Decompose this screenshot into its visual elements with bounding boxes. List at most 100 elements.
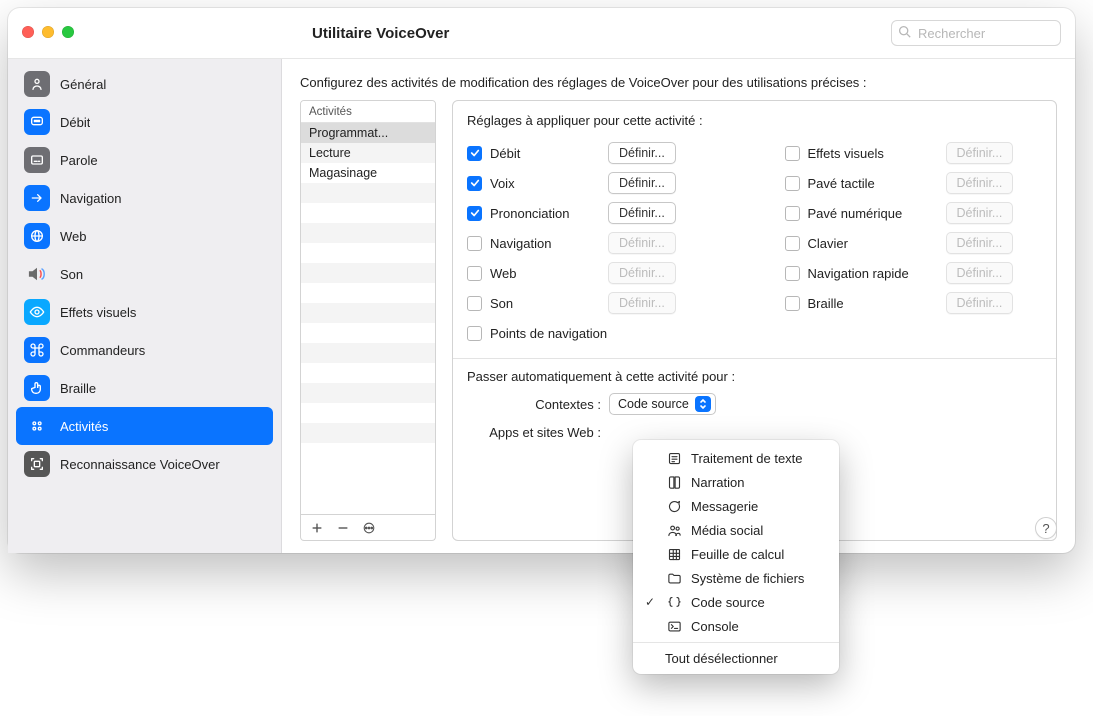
caption-icon	[24, 147, 50, 173]
define-button[interactable]: Définir...	[608, 172, 676, 194]
activity-row[interactable]: Programmat...	[301, 123, 435, 143]
dropdown-item-média-social[interactable]: Média social	[633, 518, 839, 542]
sidebar-item-général[interactable]: Général	[16, 65, 273, 103]
recognition-icon	[24, 451, 50, 477]
dropdown-item-label: Messagerie	[691, 499, 758, 514]
option-checkbox[interactable]	[785, 296, 800, 311]
option-label: Voix	[490, 176, 600, 191]
sidebar-item-braille[interactable]: Braille	[16, 369, 273, 407]
option-row-navigation: NavigationDéfinir...	[467, 228, 725, 258]
option-checkbox[interactable]	[467, 326, 482, 341]
dropdown-item-système-de-fichiers[interactable]: Système de fichiers	[633, 566, 839, 590]
define-button: Définir...	[946, 262, 1014, 284]
activity-row-empty	[301, 263, 435, 283]
option-checkbox[interactable]	[785, 266, 800, 281]
speaker-icon	[24, 261, 50, 287]
settings-left-column: DébitDéfinir...VoixDéfinir...Prononciati…	[467, 138, 725, 348]
option-row-pavé-tactile: Pavé tactileDéfinir...	[785, 168, 1043, 198]
contexts-row: Contextes : Code source	[467, 390, 1042, 418]
dropdown-item-traitement-de-texte[interactable]: Traitement de texte	[633, 446, 839, 470]
option-row-son: SonDéfinir...	[467, 288, 725, 318]
contexts-popup[interactable]: Code source	[609, 393, 716, 415]
apps-label: Apps et sites Web :	[467, 425, 601, 440]
dropdown-item-code-source[interactable]: ✓Code source	[633, 590, 839, 614]
add-activity-button[interactable]	[305, 518, 329, 538]
dropdown-item-label: Traitement de texte	[691, 451, 803, 466]
sidebar-item-label: Web	[60, 229, 87, 244]
sidebar-item-débit[interactable]: Débit	[16, 103, 273, 141]
dropdown-item-feuille-de-calcul[interactable]: Feuille de calcul	[633, 542, 839, 566]
activities-list[interactable]: Activités Programmat...LectureMagasinage	[300, 100, 436, 515]
eye-icon	[24, 299, 50, 325]
option-row-clavier: ClavierDéfinir...	[785, 228, 1043, 258]
option-checkbox[interactable]	[467, 176, 482, 191]
activity-row-empty	[301, 423, 435, 443]
window-body: GénéralDébitParoleNavigationWebSonEffets…	[8, 58, 1075, 553]
option-checkbox[interactable]	[467, 296, 482, 311]
option-checkbox[interactable]	[467, 206, 482, 221]
zoom-window-button[interactable]	[62, 26, 74, 38]
sidebar-item-label: Débit	[60, 115, 90, 130]
define-button: Définir...	[608, 292, 676, 314]
sidebar-item-activités[interactable]: Activités	[16, 407, 273, 445]
define-button: Définir...	[946, 292, 1014, 314]
option-row-navigation-rapide: Navigation rapide Définir...	[785, 258, 1043, 288]
option-row-effets-visuels: Effets visuelsDéfinir...	[785, 138, 1043, 168]
speech-bubble-icon	[24, 109, 50, 135]
terminal-icon	[665, 619, 683, 634]
touch-icon	[24, 375, 50, 401]
option-checkbox[interactable]	[785, 176, 800, 191]
sidebar-item-label: Général	[60, 77, 106, 92]
grid-icon	[665, 547, 683, 562]
define-button: Définir...	[946, 142, 1014, 164]
sidebar-item-label: Effets visuels	[60, 305, 136, 320]
globe-icon	[24, 223, 50, 249]
dropdown-item-narration[interactable]: Narration	[633, 470, 839, 494]
sidebar-item-effets-visuels[interactable]: Effets visuels	[16, 293, 273, 331]
sidebar-item-commandeurs[interactable]: Commandeurs	[16, 331, 273, 369]
activities-icon	[24, 413, 50, 439]
sidebar-item-label: Commandeurs	[60, 343, 145, 358]
remove-activity-button[interactable]	[331, 518, 355, 538]
activity-row[interactable]: Magasinage	[301, 163, 435, 183]
option-checkbox[interactable]	[467, 146, 482, 161]
activity-row[interactable]: Lecture	[301, 143, 435, 163]
option-row-voix: Voix Définir...	[467, 168, 725, 198]
activity-options-button[interactable]	[357, 518, 381, 538]
option-label: Navigation rapide	[808, 266, 938, 281]
define-button[interactable]: Définir...	[608, 202, 676, 224]
dropdown-item-label: Feuille de calcul	[691, 547, 784, 562]
dropdown-separator	[633, 642, 839, 643]
close-window-button[interactable]	[22, 26, 34, 38]
option-checkbox[interactable]	[785, 206, 800, 221]
define-button[interactable]: Définir...	[608, 142, 676, 164]
sidebar-item-son[interactable]: Son	[16, 255, 273, 293]
sidebar-item-reconnaissance-voiceover[interactable]: Reconnaissance VoiceOver	[16, 445, 273, 483]
dropdown-item-messagerie[interactable]: Messagerie	[633, 494, 839, 518]
sidebar-item-label: Activités	[60, 419, 108, 434]
sidebar-item-navigation[interactable]: Navigation	[16, 179, 273, 217]
dropdown-item-console[interactable]: Console	[633, 614, 839, 638]
help-button[interactable]: ?	[1035, 517, 1057, 539]
contexts-dropdown[interactable]: Traitement de texte Narration Messagerie Mé…	[633, 440, 839, 674]
activity-row-empty	[301, 343, 435, 363]
auto-switch-title: Passer automatiquement à cette activité …	[467, 369, 1042, 384]
option-row-web: WebDéfinir...	[467, 258, 725, 288]
option-checkbox[interactable]	[785, 236, 800, 251]
option-row-prononciation: PrononciationDéfinir...	[467, 198, 725, 228]
search-input[interactable]	[891, 20, 1061, 46]
option-checkbox[interactable]	[467, 236, 482, 251]
people-icon	[665, 523, 683, 538]
option-checkbox[interactable]	[785, 146, 800, 161]
option-row-braille: BrailleDéfinir...	[785, 288, 1043, 318]
option-label: Navigation	[490, 236, 600, 251]
activity-row-empty	[301, 283, 435, 303]
activity-row-empty	[301, 383, 435, 403]
deselect-all-item[interactable]: Tout désélectionner	[633, 647, 839, 668]
sidebar-item-parole[interactable]: Parole	[16, 141, 273, 179]
option-checkbox[interactable]	[467, 266, 482, 281]
sidebar-item-web[interactable]: Web	[16, 217, 273, 255]
search-icon	[898, 25, 911, 41]
minimize-window-button[interactable]	[42, 26, 54, 38]
book-icon	[665, 475, 683, 490]
